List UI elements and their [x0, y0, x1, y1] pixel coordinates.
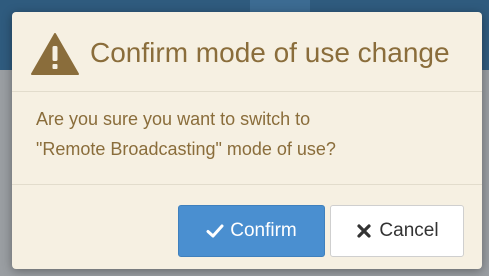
confirm-dialog: Confirm mode of use change Are you sure …	[12, 12, 482, 269]
check-icon	[206, 222, 224, 240]
confirm-button[interactable]: Confirm	[178, 205, 325, 257]
dialog-title: Confirm mode of use change	[90, 37, 450, 68]
close-icon	[355, 222, 373, 240]
confirm-button-label: Confirm	[230, 220, 297, 241]
warning-triangle-icon	[31, 33, 79, 75]
dialog-message-line-2: "Remote Broadcasting" mode of use?	[36, 139, 336, 159]
dialog-message: Are you sure you want to switch to "Remo…	[36, 104, 466, 164]
cancel-button[interactable]: Cancel	[330, 205, 464, 257]
cancel-button-label: Cancel	[379, 220, 439, 241]
dialog-footer: Confirm Cancel	[12, 184, 482, 269]
dialog-message-line-1: Are you sure you want to switch to	[36, 109, 311, 129]
dialog-header: Confirm mode of use change	[12, 12, 482, 92]
